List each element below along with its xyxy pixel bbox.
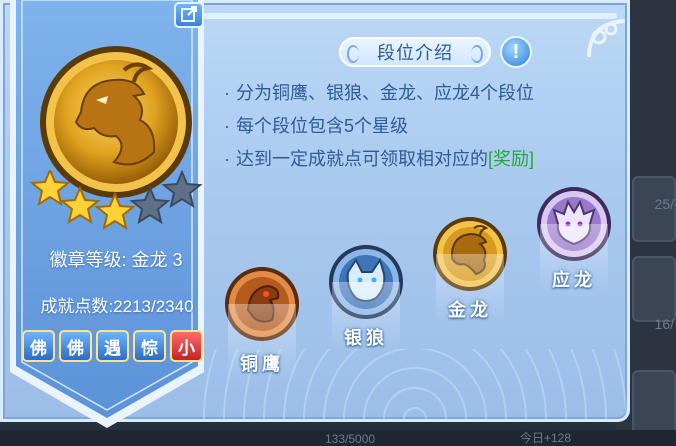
tier-winged-dragon[interactable]: 应龙 (534, 184, 614, 294)
reward-link[interactable]: [奖励] (488, 149, 534, 169)
background-progress-text: 133/5000 (325, 432, 376, 446)
info-text: 分为铜鹰、银狼、金龙、应龙4个段位 (236, 83, 535, 103)
share-button[interactable] (174, 2, 204, 28)
info-text: 达到一定成就点可领取相对应的 (236, 149, 488, 169)
badge-level-label: 徽章等级 (49, 250, 122, 270)
background-number: 16/ (654, 316, 674, 332)
help-button[interactable]: ! (500, 36, 532, 68)
tier-name: 金龙 (448, 300, 492, 320)
star-filled-icon (30, 170, 71, 207)
tier-name: 银狼 (344, 328, 388, 348)
background-today-text: 今日+128 (520, 431, 572, 445)
background-number: 25/ (654, 196, 674, 212)
info-line: · 达到一定成就点可领取相对应的[奖励] (224, 145, 534, 171)
quick-badge[interactable]: 佛 (22, 330, 55, 362)
section-title: 段位介绍 (339, 37, 491, 67)
quick-badge[interactable]: 小 (170, 330, 203, 362)
bullet: · (224, 83, 230, 103)
quick-badge[interactable]: 佛 (59, 330, 92, 362)
tier-name: 应龙 (552, 270, 596, 290)
badge-level: 徽章等级: 金龙 3 (49, 250, 183, 270)
bullet: · (224, 149, 230, 169)
tier-copper-eagle[interactable]: 铜鹰 (222, 264, 302, 384)
share-icon (181, 6, 197, 22)
quick-badge[interactable]: 悰 (133, 330, 166, 362)
points-label: 成就点数 (40, 297, 109, 316)
tier-gold-dragon[interactable]: 金龙 (430, 214, 510, 324)
tier-name: 铜鹰 (240, 354, 284, 374)
achievement-points: 成就点数:2213/2340 (40, 297, 194, 316)
tier-silver-wolf[interactable]: 银狼 (326, 242, 406, 352)
quick-badge[interactable]: 遇 (96, 330, 129, 362)
background-slot (632, 256, 676, 322)
badge-banner: 徽章等级: 金龙 3 成就点数:2213/2340 佛 佛 遇 悰 小 (8, 0, 206, 430)
panel-top-trim (203, 13, 617, 19)
background-slot (632, 370, 676, 436)
star-rating (30, 170, 203, 231)
star-filled-icon (59, 185, 101, 225)
background-bottom-bar: 133/5000 今日+128 (0, 430, 676, 446)
info-line: · 分为铜鹰、银狼、金龙、应龙4个段位 (224, 79, 534, 105)
cloud-ornament-icon (585, 17, 631, 63)
quick-badge-row: 佛 佛 遇 悰 小 (22, 330, 212, 364)
bullet: · (224, 116, 230, 136)
badge-level-value: 金龙 3 (131, 250, 183, 270)
info-line: · 每个段位包含5个星级 (224, 112, 408, 138)
star-empty-icon (129, 185, 171, 225)
info-text: 每个段位包含5个星级 (236, 116, 409, 136)
points-value: 2213/2340 (113, 297, 194, 316)
star-filled-icon (94, 191, 136, 231)
